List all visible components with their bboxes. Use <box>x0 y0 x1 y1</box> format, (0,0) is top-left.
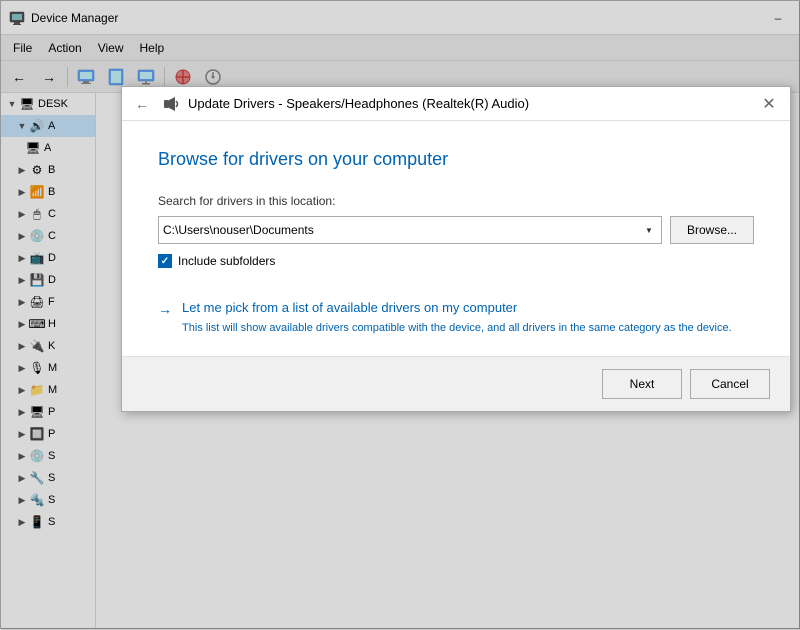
update-drivers-dialog: ← Update Drivers - Speakers/Headphones (… <box>121 86 791 412</box>
next-button[interactable]: Next <box>602 369 682 399</box>
include-subfolders-row: Include subfolders <box>158 254 754 268</box>
dialog-heading: Browse for drivers on your computer <box>158 149 754 170</box>
browse-button[interactable]: Browse... <box>670 216 754 244</box>
include-subfolders-label: Include subfolders <box>178 254 275 268</box>
path-input[interactable] <box>163 223 641 237</box>
link-arrow-icon: → <box>158 301 172 317</box>
dialog-overlay: ← Update Drivers - Speakers/Headphones (… <box>1 1 800 630</box>
dialog-back-button[interactable]: ← <box>130 92 154 116</box>
dialog-speaker-icon <box>162 95 180 113</box>
link-content: Let me pick from a list of available dri… <box>182 300 732 336</box>
dialog-title-bar: ← Update Drivers - Speakers/Headphones (… <box>122 87 790 121</box>
dialog-title-text: Update Drivers - Speakers/Headphones (Re… <box>188 96 756 111</box>
path-input-wrapper[interactable]: ▼ <box>158 216 662 244</box>
dialog-body: Browse for drivers on your computer Sear… <box>122 121 790 356</box>
device-manager-window: Device Manager – File Action View Help ←… <box>0 0 800 629</box>
link-description: This list will show available drivers co… <box>182 321 732 336</box>
pick-driver-link[interactable]: Let me pick from a list of available dri… <box>182 300 732 315</box>
dialog-close-button[interactable]: ✕ <box>756 93 782 115</box>
include-subfolders-checkbox[interactable] <box>158 254 172 268</box>
path-field-row: ▼ Browse... <box>158 216 754 244</box>
cancel-button[interactable]: Cancel <box>690 369 770 399</box>
dialog-footer: Next Cancel <box>122 356 790 411</box>
dropdown-arrow-icon[interactable]: ▼ <box>641 217 657 243</box>
field-label: Search for drivers in this location: <box>158 194 754 208</box>
pick-driver-link-section: → Let me pick from a list of available d… <box>158 300 754 336</box>
